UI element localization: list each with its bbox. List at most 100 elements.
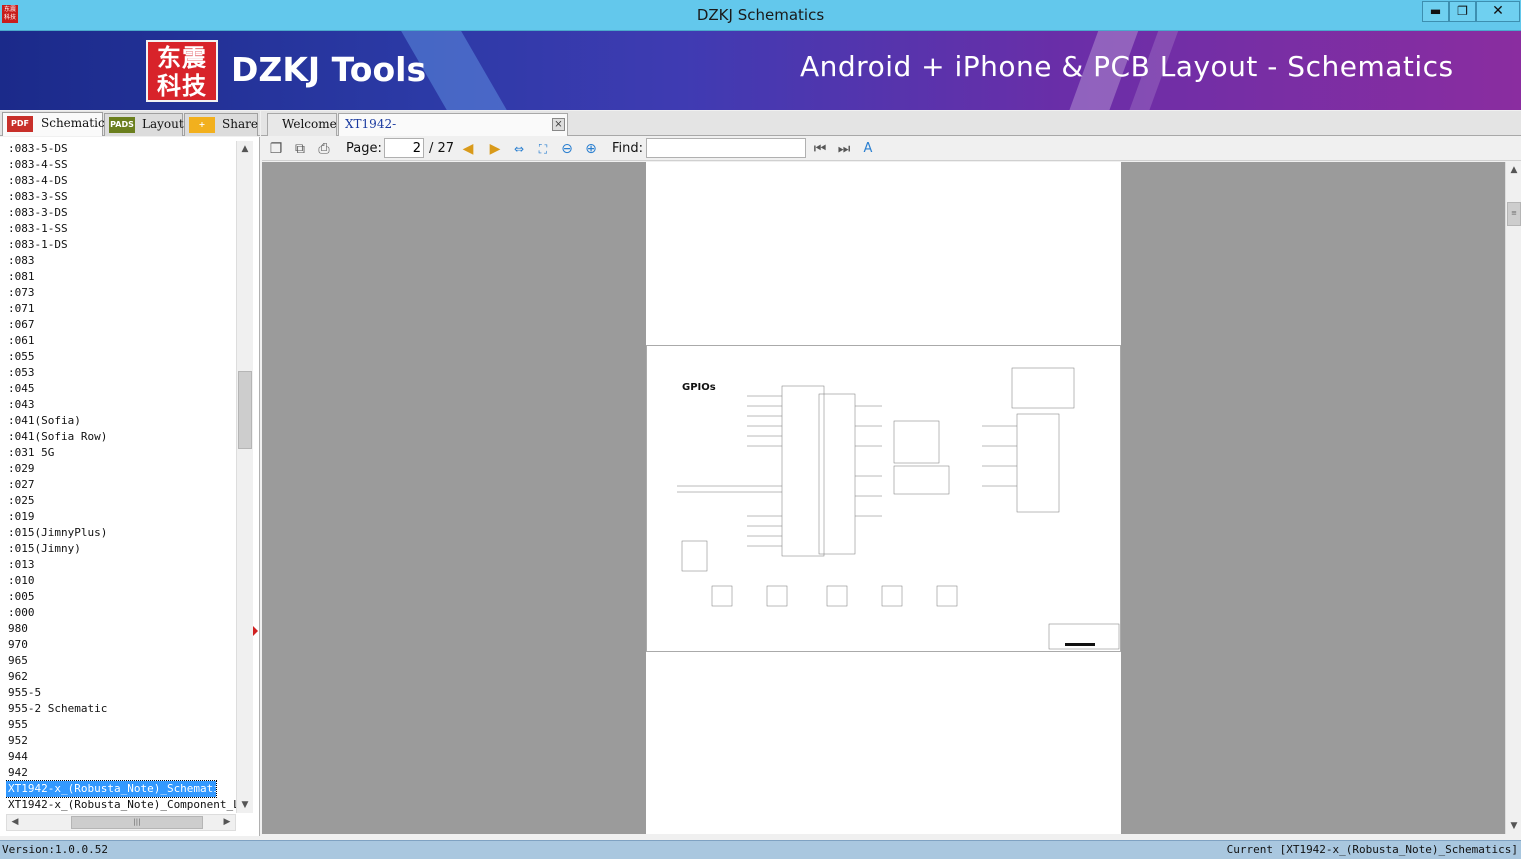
maximize-button[interactable]: ❐ (1449, 1, 1476, 22)
file-list-item[interactable]: :083-3-DS (6, 205, 236, 221)
document-page: GPIOs (646, 162, 1121, 834)
export-icon[interactable]: ⧉ (292, 141, 308, 157)
tab-schematic[interactable]: PDF Schematic (2, 112, 105, 136)
file-list-item[interactable]: :000 (6, 605, 236, 621)
file-list-vertical-scrollbar[interactable]: ▲ ▼ (236, 141, 253, 813)
scroll-up-icon[interactable]: ▲ (237, 141, 253, 157)
close-tab-icon[interactable]: × (552, 118, 565, 131)
text-style-icon[interactable]: A (860, 141, 876, 157)
file-list-item[interactable]: :029 (6, 461, 236, 477)
zoom-out-icon[interactable]: ⊖ (559, 141, 575, 157)
share-cloud-icon: + (189, 117, 215, 133)
side-tab-bar: PDF Schematic PADS Layout + Share (0, 111, 260, 136)
file-list-item[interactable]: 955 (6, 717, 236, 733)
file-list-item[interactable]: :073 (6, 285, 236, 301)
file-list-item[interactable]: :053 (6, 365, 236, 381)
brand-name: DZKJ Tools (231, 50, 427, 89)
scroll-thumb[interactable] (238, 371, 252, 449)
file-list-item[interactable]: :015(Jimny) (6, 541, 236, 557)
file-list-item[interactable]: :081 (6, 269, 236, 285)
brand-banner: 东震 科技 DZKJ Tools Android + iPhone & PCB L… (0, 31, 1521, 110)
file-list-item[interactable]: :061 (6, 333, 236, 349)
scroll-thumb[interactable]: ||| (71, 816, 203, 829)
schematic-drawing (677, 367, 1120, 650)
file-list-item[interactable]: 970 (6, 637, 236, 653)
tab-current-document[interactable]: XT1942-x_(Robusta_Note)_Schematics × (338, 113, 568, 152)
find-first-icon[interactable]: ⏮ (812, 141, 828, 157)
file-list-item[interactable]: XT1942-x_(Robusta_Note)_Schematics (6, 780, 233, 798)
page-total: / 27 (429, 141, 455, 156)
file-list-item[interactable]: 952 (6, 733, 236, 749)
tab-welcome[interactable]: Welcome (267, 113, 337, 136)
viewer-vertical-scrollbar[interactable]: ▲ ≡ ▼ (1505, 162, 1521, 834)
file-list-item[interactable]: :005 (6, 589, 236, 605)
scroll-left-icon[interactable]: ◀ (7, 815, 23, 830)
file-list-item[interactable]: :025 (6, 493, 236, 509)
file-list-item[interactable]: 962 (6, 669, 236, 685)
scroll-up-icon[interactable]: ▲ (1506, 162, 1521, 178)
file-list-item[interactable]: 955-2 Schematic (6, 701, 236, 717)
pdf-icon: PDF (7, 116, 33, 132)
file-list-item[interactable]: :067 (6, 317, 236, 333)
status-bar: Version:1.0.0.52 Current [XT1942-x_(Robu… (0, 840, 1521, 859)
file-list-item[interactable]: :055 (6, 349, 236, 365)
close-button[interactable]: ✕ (1476, 1, 1520, 22)
next-page-icon[interactable]: ▶ (487, 141, 503, 157)
page-number-input[interactable] (384, 138, 424, 158)
scroll-right-icon[interactable]: ▶ (219, 815, 235, 830)
tab-share[interactable]: + Share (184, 113, 258, 136)
minimize-button[interactable]: ▬ (1422, 1, 1449, 22)
fit-page-icon[interactable]: ⛶ (535, 141, 551, 157)
brand-tagline: Android + iPhone & PCB Layout - Schemati… (800, 50, 1454, 83)
file-list-item[interactable]: :083 (6, 253, 236, 269)
file-list-item[interactable]: :019 (6, 509, 236, 525)
file-list-item[interactable]: :041(Sofia Row) (6, 429, 236, 445)
print-icon[interactable]: ⎙ (316, 141, 332, 157)
file-list-item[interactable]: :043 (6, 397, 236, 413)
file-list-item[interactable]: :045 (6, 381, 236, 397)
file-list-item[interactable]: :083-4-DS (6, 173, 236, 189)
tab-label: Layout (142, 117, 184, 131)
version-label: Version:1.0.0.52 (2, 843, 108, 856)
tab-label: Schematic (41, 116, 105, 130)
tab-label: Share (222, 117, 258, 131)
find-prev-icon[interactable]: ⏭ (836, 141, 852, 157)
prev-page-icon[interactable]: ◀ (460, 141, 476, 157)
find-label: Find: (612, 141, 644, 156)
file-list-item[interactable]: 944 (6, 749, 236, 765)
file-list-item[interactable]: XT1942-x_(Robusta_Note)_Component_Locati… (6, 797, 236, 813)
file-list-item[interactable]: :071 (6, 301, 236, 317)
window-title: DZKJ Schematics (696, 6, 825, 24)
scroll-thumb[interactable]: ≡ (1507, 202, 1521, 226)
file-list-item[interactable]: :010 (6, 573, 236, 589)
file-list-item[interactable]: 980 (6, 621, 236, 637)
file-list-panel: :083-5-DS:083-4-SS:083-4-DS:083-3-SS:083… (0, 137, 260, 836)
scroll-down-icon[interactable]: ▼ (237, 797, 253, 813)
file-list-item[interactable]: 965 (6, 653, 236, 669)
document-viewer[interactable]: GPIOs (262, 162, 1505, 834)
file-list-item[interactable]: :041(Sofia) (6, 413, 236, 429)
tab-layout[interactable]: PADS Layout (104, 113, 184, 136)
find-input[interactable] (646, 138, 806, 158)
file-list-item[interactable]: :013 (6, 557, 236, 573)
copy-icon[interactable]: ❐ (268, 141, 284, 157)
file-list-item[interactable]: :083-1-DS (6, 237, 236, 253)
zoom-in-icon[interactable]: ⊕ (583, 141, 599, 157)
file-list-item[interactable]: 955-5 (6, 685, 236, 701)
scroll-down-icon[interactable]: ▼ (1506, 818, 1521, 834)
panel-splitter-arrow-icon[interactable] (253, 626, 258, 636)
company-logo: 东震 科技 (146, 40, 218, 102)
schematic-sheet: GPIOs (646, 345, 1121, 652)
file-list-item[interactable]: 942 (6, 765, 236, 781)
fit-width-icon[interactable]: ⇔ (511, 141, 527, 157)
document-tab-bar: Welcome XT1942-x_(Robusta_Note)_Schemati… (261, 111, 1521, 152)
file-list-item[interactable]: :083-5-DS (6, 141, 236, 157)
file-list-item[interactable]: :083-4-SS (6, 157, 236, 173)
viewer-toolbar: ❐ ⧉ ⎙ Page: / 27 ◀ ▶ ⇔ ⛶ ⊖ ⊕ Find: ⏮ ⏭ A (262, 137, 1521, 161)
file-list-item[interactable]: :015(JimnyPlus) (6, 525, 236, 541)
file-list-item[interactable]: :083-1-SS (6, 221, 236, 237)
file-list-item[interactable]: :031 5G (6, 445, 236, 461)
file-list-horizontal-scrollbar[interactable]: ◀ ||| ▶ (6, 814, 236, 831)
file-list-item[interactable]: :083-3-SS (6, 189, 236, 205)
file-list-item[interactable]: :027 (6, 477, 236, 493)
